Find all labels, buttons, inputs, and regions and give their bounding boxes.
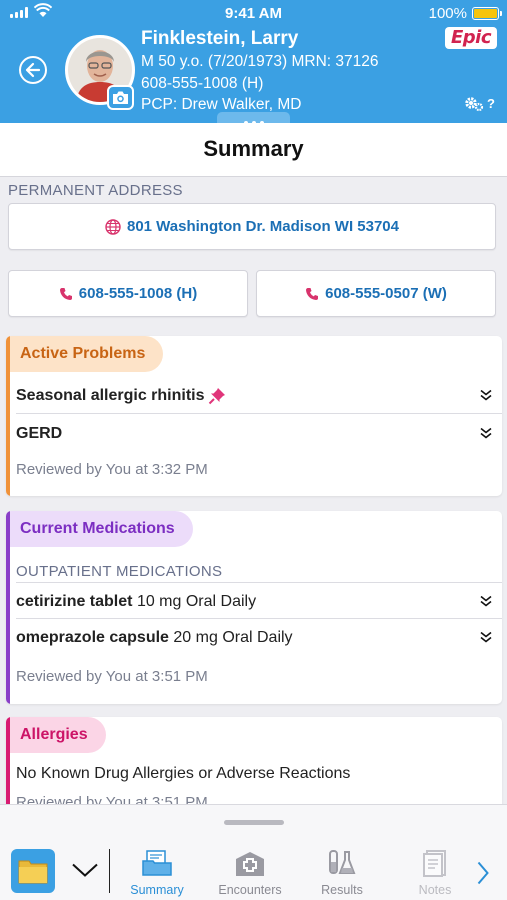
address-section-label: PERMANENT ADDRESS bbox=[8, 182, 183, 199]
summary-content[interactable]: PERMANENT ADDRESS 801 Washington Dr. Mad… bbox=[0, 177, 507, 804]
problem-name: Seasonal allergic rhinitis bbox=[16, 387, 205, 404]
expand-chevron-icon[interactable] bbox=[480, 631, 492, 643]
back-arrow-icon bbox=[25, 62, 41, 78]
tabbar-divider bbox=[109, 849, 110, 893]
patient-name: Finklestein, Larry bbox=[141, 28, 299, 49]
problem-name: GERD bbox=[16, 425, 63, 442]
notes-icon bbox=[423, 850, 446, 877]
tab-notes-label: Notes bbox=[418, 883, 452, 897]
tab-results[interactable]: Results bbox=[299, 849, 385, 897]
allergies-status: No Known Drug Allergies or Adverse React… bbox=[16, 765, 351, 782]
pin-icon bbox=[208, 387, 225, 404]
chevron-down-icon[interactable] bbox=[72, 863, 98, 877]
active-problems-card: Active Problems Seasonal allergic rhinit… bbox=[6, 336, 502, 496]
help-icon[interactable]: ? bbox=[487, 96, 495, 111]
settings-help[interactable]: ? bbox=[464, 95, 495, 112]
page-title: Summary bbox=[0, 123, 507, 177]
patient-header: 9:41 AM 100% Finklestein, Larry M 50 y.o… bbox=[0, 0, 507, 125]
expand-chevron-icon[interactable] bbox=[480, 427, 492, 439]
battery-percentage: 100% bbox=[428, 5, 467, 22]
back-button[interactable] bbox=[19, 56, 47, 84]
tab-encounters-label: Encounters bbox=[218, 883, 282, 897]
results-icon bbox=[329, 850, 356, 874]
battery-icon bbox=[472, 7, 502, 20]
medications-reviewed-note: Reviewed by You at 3:51 PM bbox=[16, 668, 208, 685]
problem-row[interactable]: Seasonal allergic rhinitis bbox=[16, 377, 502, 414]
patient-phone: 608-555-1008 (H) bbox=[141, 74, 264, 92]
tab-summary[interactable]: Summary bbox=[114, 849, 200, 897]
medication-dose: 10 mg Oral Daily bbox=[136, 593, 257, 610]
bottom-tab-bar: Summary Encounters Results Notes bbox=[0, 804, 507, 900]
active-problems-title[interactable]: Active Problems bbox=[10, 336, 164, 372]
outpatient-medications-label: OUTPATIENT MEDICATIONS bbox=[16, 563, 223, 580]
encounters-icon bbox=[236, 852, 264, 876]
work-phone-button[interactable]: 608-555-0507 (W) bbox=[256, 270, 496, 317]
globe-icon bbox=[105, 218, 121, 235]
medication-name: cetirizine tablet bbox=[16, 593, 133, 610]
summary-icon bbox=[142, 850, 172, 876]
camera-icon bbox=[113, 91, 128, 104]
header-expand-handle[interactable] bbox=[217, 112, 290, 125]
chevron-right-icon[interactable] bbox=[477, 861, 489, 885]
home-phone-button[interactable]: 608-555-1008 (H) bbox=[8, 270, 248, 317]
medication-dose: 20 mg Oral Daily bbox=[173, 629, 293, 646]
problems-reviewed-note: Reviewed by You at 3:32 PM bbox=[16, 461, 208, 478]
allergies-reviewed-note: Reviewed by You at 3:51 PM bbox=[16, 794, 208, 804]
tab-encounters[interactable]: Encounters bbox=[207, 849, 293, 897]
medication-row[interactable]: cetirizine tablet 10 mg Oral Daily bbox=[16, 582, 502, 619]
change-photo-button[interactable] bbox=[107, 85, 134, 110]
phone-icon bbox=[59, 287, 72, 300]
patient-info: Finklestein, Larry M 50 y.o. (7/20/1973)… bbox=[141, 28, 379, 116]
problem-row[interactable]: GERD bbox=[16, 415, 502, 452]
folder-icon bbox=[18, 860, 48, 884]
drag-handle[interactable] bbox=[224, 820, 284, 825]
epic-logo: Epic bbox=[445, 27, 497, 49]
current-medications-title[interactable]: Current Medications bbox=[10, 511, 193, 547]
status-bar: 9:41 AM 100% bbox=[0, 0, 507, 28]
address-button[interactable]: 801 Washington Dr. Madison WI 53704 bbox=[8, 203, 496, 250]
expand-chevron-icon[interactable] bbox=[480, 595, 492, 607]
tab-notes[interactable]: Notes bbox=[392, 849, 478, 897]
chart-folder-button[interactable] bbox=[11, 849, 55, 893]
gear-icon[interactable] bbox=[464, 95, 484, 112]
current-medications-card: Current Medications OUTPATIENT MEDICATIO… bbox=[6, 511, 502, 704]
patient-demographics: M 50 y.o. (7/20/1973) MRN: 37126 bbox=[141, 53, 379, 70]
work-phone-value: 608-555-0507 (W) bbox=[325, 285, 447, 302]
allergies-title[interactable]: Allergies bbox=[10, 717, 106, 753]
tab-summary-label: Summary bbox=[130, 883, 184, 897]
expand-chevron-icon[interactable] bbox=[480, 389, 492, 401]
tab-results-label: Results bbox=[321, 883, 363, 897]
address-value: 801 Washington Dr. Madison WI 53704 bbox=[126, 218, 399, 235]
allergies-card: Allergies No Known Drug Allergies or Adv… bbox=[6, 717, 502, 804]
medication-row[interactable]: omeprazole capsule 20 mg Oral Daily bbox=[16, 619, 502, 656]
home-phone-value: 608-555-1008 (H) bbox=[78, 285, 198, 302]
medication-name: omeprazole capsule bbox=[16, 629, 169, 646]
phone-icon bbox=[306, 287, 319, 300]
